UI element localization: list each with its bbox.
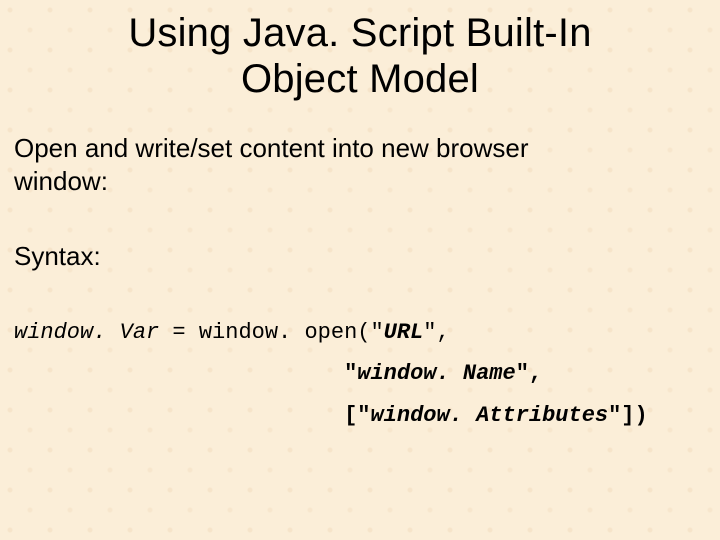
slide-title: Using Java. Script Built-In Object Model bbox=[0, 10, 720, 102]
code-t4: ", bbox=[423, 320, 463, 345]
code-window-attrs: window. Attributes bbox=[370, 403, 608, 428]
code-indent2 bbox=[14, 403, 344, 428]
intro-line-1: Open and write/set content into new brow… bbox=[14, 133, 529, 163]
code-block: window. Var = window. open("URL", "windo… bbox=[14, 312, 706, 437]
code-window-name: window. Name bbox=[357, 361, 515, 386]
title-line-2: Object Model bbox=[241, 57, 479, 101]
code-t7: ", bbox=[516, 361, 556, 386]
code-var: window. Var bbox=[14, 320, 159, 345]
code-t10: "]) bbox=[608, 403, 648, 428]
code-t8: [" bbox=[344, 403, 370, 428]
code-url: URL bbox=[384, 320, 424, 345]
intro-line-2: window: bbox=[14, 166, 108, 196]
code-t5: " bbox=[344, 361, 357, 386]
syntax-label: Syntax: bbox=[14, 241, 706, 272]
slide: Using Java. Script Built-In Object Model… bbox=[0, 10, 720, 540]
slide-body: Open and write/set content into new brow… bbox=[0, 132, 720, 437]
code-t2: = window. open(" bbox=[159, 320, 383, 345]
intro-paragraph: Open and write/set content into new brow… bbox=[14, 132, 706, 199]
title-line-1: Using Java. Script Built-In bbox=[128, 11, 591, 55]
code-indent1 bbox=[14, 361, 344, 386]
